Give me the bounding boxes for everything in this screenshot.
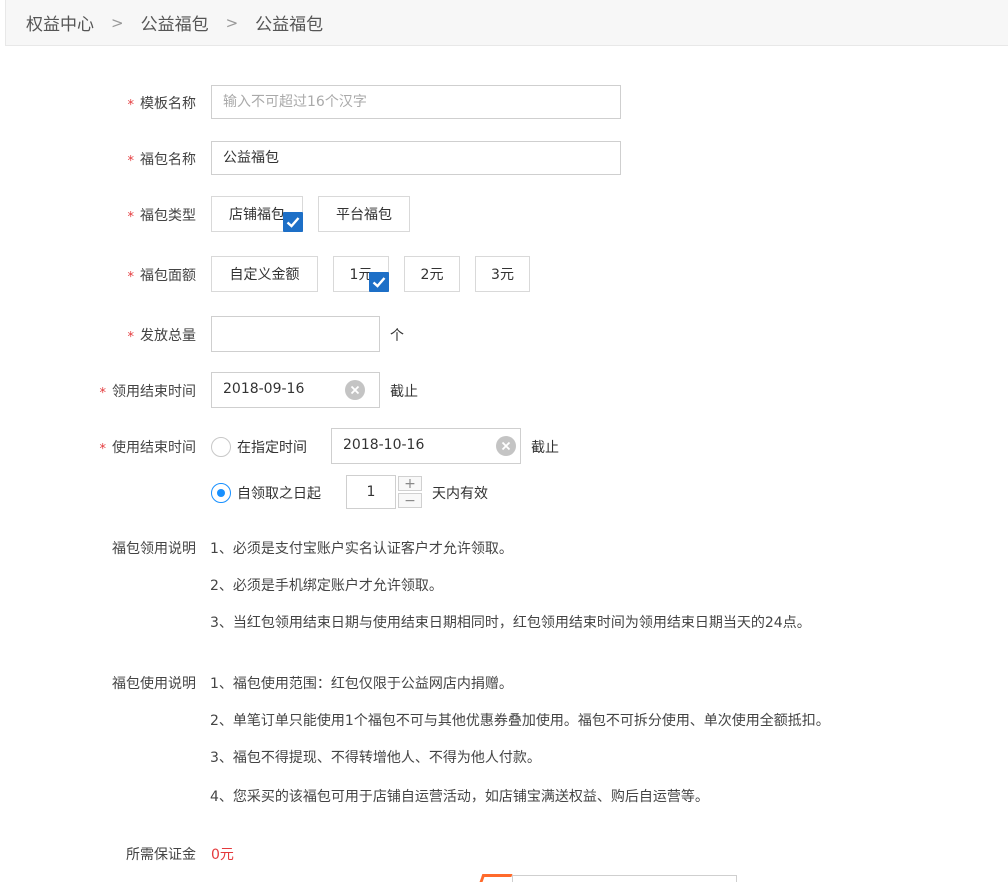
- use-end-fixed-radio[interactable]: [211, 437, 231, 457]
- required-mark: *: [99, 386, 107, 401]
- increment-button[interactable]: +: [398, 476, 422, 491]
- use-desc-label: 福包使用说明: [112, 676, 196, 692]
- required-mark: *: [127, 98, 135, 113]
- amount-3-option[interactable]: 3元: [475, 256, 530, 292]
- bag-type-store-label: 店铺福包: [229, 207, 285, 223]
- use-desc-line: 3、福包不得提现、不得转增他人、不得为他人付款。: [210, 750, 541, 766]
- total-count-unit: 个: [390, 328, 404, 344]
- chevron-right-icon: >: [225, 13, 239, 32]
- bag-amount-label: * 福包面额: [127, 268, 197, 285]
- use-end-relative-label: 自领取之日起: [237, 486, 321, 502]
- bag-name-label: * 福包名称: [127, 152, 197, 169]
- decrement-button[interactable]: −: [398, 493, 422, 508]
- use-desc-line: 2、单笔订单只能使用1个福包不可与其他优惠券叠加使用。福包不可拆分使用、单次使用…: [210, 713, 830, 729]
- required-mark: *: [127, 210, 135, 225]
- amount-2-label: 2元: [420, 267, 444, 283]
- breadcrumb-item-current: 公益福包: [255, 15, 324, 35]
- use-desc-line: 4、您采买的该福包可用于店铺自运营活动，如店铺宝满送权益、购后自运营等。: [210, 789, 709, 805]
- claim-desc-line: 2、必须是手机绑定账户才允许领取。: [210, 578, 443, 594]
- amount-3-label: 3元: [491, 267, 514, 283]
- bag-type-platform-option[interactable]: 平台福包: [318, 196, 410, 232]
- use-end-fixed-suffix: 截止: [531, 440, 559, 456]
- claim-end-label: * 领用结束时间: [99, 384, 197, 401]
- total-count-label: * 发放总量: [127, 328, 197, 345]
- use-end-relative-radio[interactable]: [211, 483, 231, 503]
- claim-desc-label: 福包领用说明: [112, 541, 196, 557]
- breadcrumb: 权益中心 > 公益福包 > 公益福包: [5, 0, 1008, 46]
- bag-type-label: * 福包类型: [127, 208, 197, 225]
- breadcrumb-item-charity-bag[interactable]: 公益福包: [141, 10, 209, 35]
- use-desc-line: 1、福包使用范围：红包仅限于公益网店内捐赠。: [210, 676, 513, 692]
- valid-days-suffix: 天内有效: [432, 486, 488, 502]
- check-icon: [369, 272, 389, 292]
- use-end-fixed-label: 在指定时间: [237, 440, 307, 456]
- claim-end-suffix: 截止: [390, 384, 418, 400]
- clear-icon[interactable]: [496, 436, 516, 456]
- use-end-date-input[interactable]: 2018-10-16: [331, 428, 521, 464]
- bottom-panel-edge: [512, 875, 737, 882]
- amount-custom-label: 自定义金额: [229, 267, 300, 283]
- clear-icon[interactable]: [345, 380, 365, 400]
- amount-custom-option[interactable]: 自定义金额: [211, 256, 318, 292]
- template-name-input[interactable]: 输入不可超过16个汉字: [211, 85, 621, 119]
- amount-2-option[interactable]: 2元: [404, 256, 460, 292]
- deposit-value: 0元: [211, 847, 234, 863]
- valid-days-input[interactable]: 1: [346, 475, 396, 509]
- claim-desc-line: 3、当红包领用结束日期与使用结束日期相同时，红包领用结束时间为领用结束日期当天的…: [210, 615, 811, 631]
- template-name-label: * 模板名称: [127, 96, 197, 113]
- deposit-label: 所需保证金: [126, 847, 196, 863]
- bag-type-platform-label: 平台福包: [336, 207, 392, 223]
- required-mark: *: [127, 154, 135, 169]
- check-icon: [283, 212, 303, 232]
- required-mark: *: [99, 442, 107, 457]
- required-mark: *: [127, 270, 135, 285]
- chevron-right-icon: >: [111, 13, 124, 32]
- action-button-edge[interactable]: [479, 874, 513, 882]
- total-count-input[interactable]: [211, 316, 380, 352]
- claim-desc-line: 1、必须是支付宝账户实名认证客户才允许领取。: [210, 541, 513, 557]
- breadcrumb-item-rights-center[interactable]: 权益中心: [26, 10, 94, 35]
- use-end-label: * 使用结束时间: [99, 440, 197, 457]
- bag-name-input[interactable]: 公益福包: [211, 141, 621, 175]
- required-mark: *: [127, 330, 135, 345]
